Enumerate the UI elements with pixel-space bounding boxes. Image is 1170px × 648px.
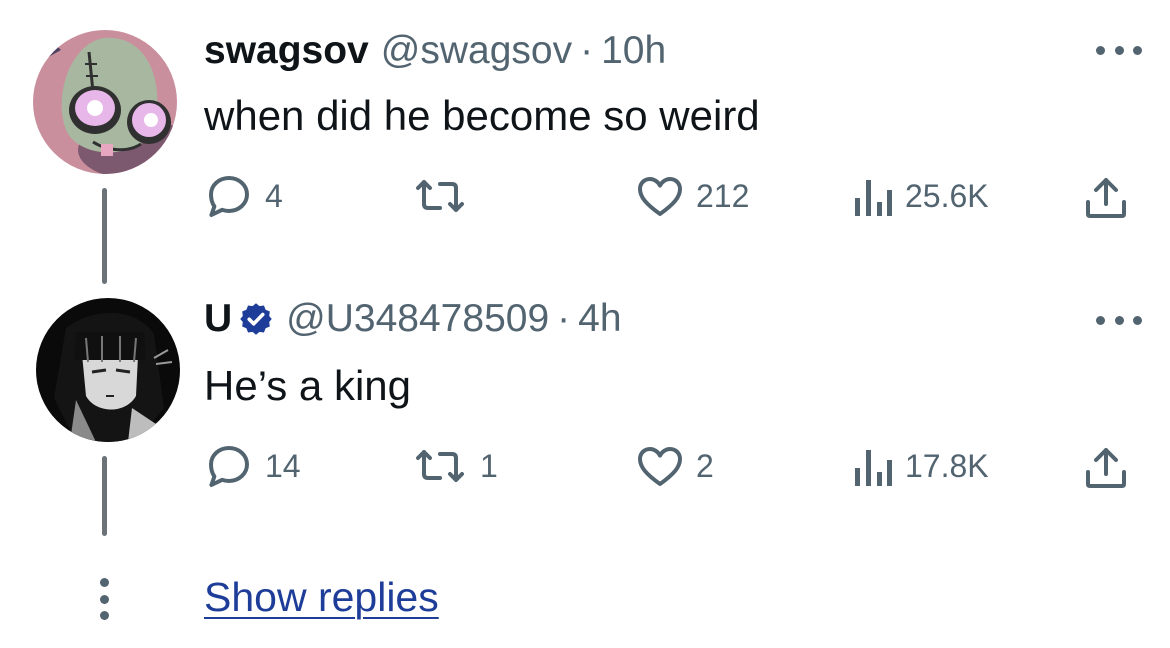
views-button[interactable]: 25.6K	[853, 174, 989, 218]
share-icon	[1086, 448, 1126, 488]
heart-icon	[638, 177, 682, 216]
tweet-text: when did he become so weird	[204, 92, 760, 139]
thread-line	[102, 456, 107, 536]
display-name[interactable]: U	[204, 297, 232, 341]
separator-dot: ·	[557, 297, 571, 340]
more-options-button[interactable]	[1096, 40, 1142, 60]
tweet-text: He’s a king	[204, 362, 412, 409]
view-count: 17.8K	[905, 447, 989, 484]
like-button[interactable]: 2	[636, 444, 714, 488]
cartoon-alien-avatar-icon	[33, 30, 177, 174]
repost-button[interactable]: 1	[412, 444, 498, 488]
more-options-button[interactable]	[1096, 310, 1142, 330]
reply-icon	[209, 446, 249, 487]
dot-icon	[1133, 315, 1142, 325]
views-button[interactable]: 17.8K	[853, 444, 989, 488]
display-name[interactable]: swagsov	[204, 29, 369, 73]
share-icon	[1086, 178, 1126, 218]
like-count: 212	[696, 177, 750, 214]
user-handle[interactable]: @swagsov	[381, 29, 572, 73]
reply-icon	[209, 176, 249, 217]
more-replies-dots-icon	[97, 578, 111, 620]
dot-icon	[1133, 45, 1142, 55]
show-replies-link[interactable]: Show replies	[204, 574, 439, 621]
dot-icon	[1114, 315, 1124, 325]
heart-icon	[638, 447, 682, 486]
thread-line	[102, 188, 107, 284]
dot-icon	[1096, 315, 1105, 325]
reply-button[interactable]: 14	[205, 444, 301, 488]
reply-count: 4	[265, 177, 283, 214]
avatar[interactable]	[36, 298, 180, 442]
reply-count: 14	[265, 447, 301, 484]
dot-icon	[1096, 45, 1105, 55]
avatar[interactable]	[33, 30, 177, 174]
user-handle[interactable]: @U348478509	[286, 297, 549, 341]
bar-chart-icon	[855, 180, 892, 216]
verified-badge-icon[interactable]	[238, 301, 274, 337]
repost-count: 1	[480, 447, 498, 484]
tweet-header: swagsov @swagsov · 10h	[204, 28, 666, 74]
share-button[interactable]	[1082, 444, 1130, 490]
dot-icon	[99, 611, 109, 620]
like-button[interactable]: 212	[636, 174, 749, 218]
repost-icon	[416, 450, 464, 482]
tweet-header: U @U348478509 · 4h	[204, 296, 622, 342]
dot-icon	[1114, 45, 1124, 55]
timestamp[interactable]: 10h	[601, 29, 666, 73]
separator-dot: ·	[580, 29, 594, 72]
bar-chart-icon	[855, 450, 892, 486]
view-count: 25.6K	[905, 177, 989, 214]
repost-button[interactable]	[412, 174, 480, 218]
dot-icon	[99, 578, 109, 587]
share-button[interactable]	[1082, 174, 1130, 220]
repost-icon	[416, 180, 464, 212]
reply-button[interactable]: 4	[205, 174, 283, 218]
dot-icon	[99, 594, 109, 604]
timestamp[interactable]: 4h	[578, 297, 621, 341]
anime-girl-avatar-icon	[36, 298, 180, 442]
like-count: 2	[696, 447, 714, 484]
